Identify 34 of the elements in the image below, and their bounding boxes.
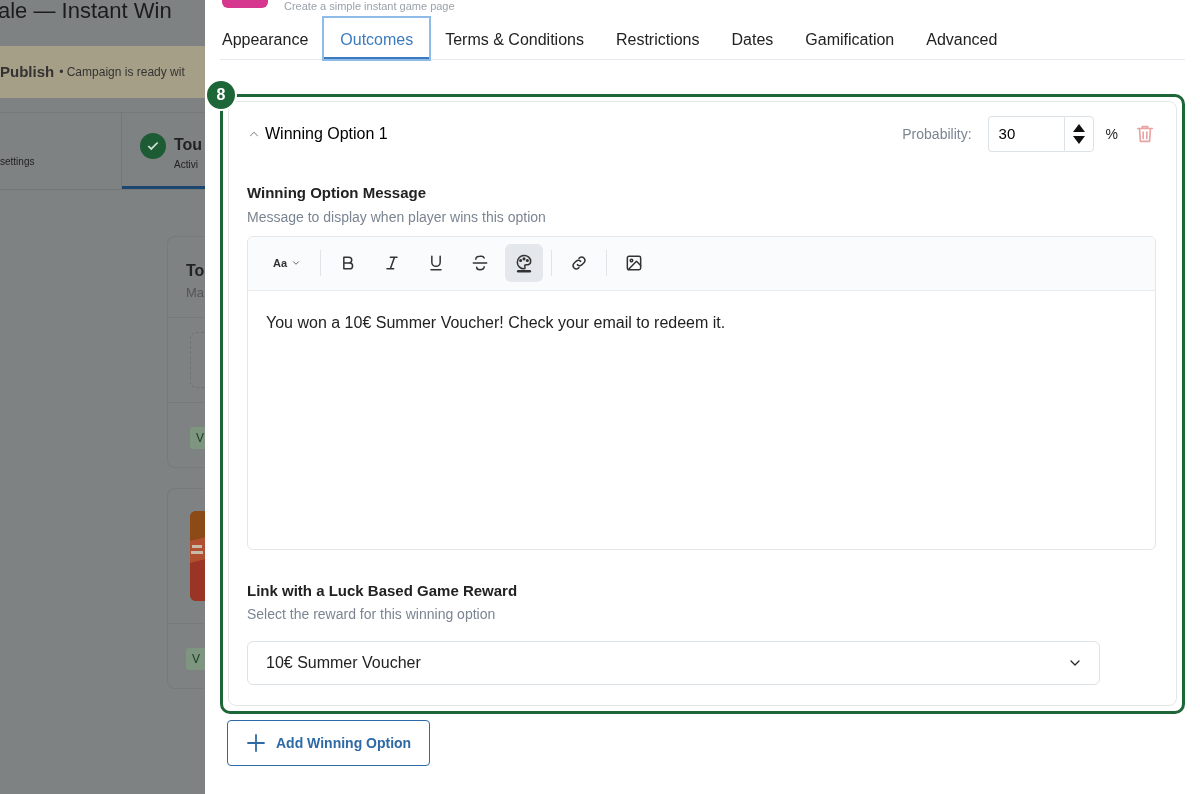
step-subtitle: Activi <box>174 158 199 173</box>
palette-icon <box>514 253 534 274</box>
add-option-button[interactable]: Add Winning Option <box>227 720 431 767</box>
step-label: settings <box>0 155 35 170</box>
banner-label: Publish <box>0 62 55 83</box>
tab[interactable]: Terms & Conditions <box>429 18 600 60</box>
tab[interactable]: Dates <box>715 18 790 60</box>
logo-block <box>222 0 268 8</box>
status-tag: V <box>186 647 205 670</box>
unit-label: % <box>1105 124 1118 144</box>
field-help: Select the reward for this winning option <box>247 605 497 625</box>
tab[interactable]: Gamification <box>789 18 911 60</box>
probability-label: Probability: <box>902 124 972 144</box>
tab[interactable]: Advanced <box>910 18 1014 60</box>
tab[interactable]: Outcomes <box>324 18 430 60</box>
status-tag: V <box>190 426 205 449</box>
step-title: Tou <box>174 135 203 156</box>
field-label: Winning Option Message <box>247 183 428 204</box>
field-help: Message to display when player wins this option <box>247 207 547 227</box>
option-header[interactable]: Winning Option 1 <box>247 122 388 147</box>
rich-text-editor[interactable]: Aa You won a 10€ Summer Voucher! Check your email to redeem it. <box>247 235 1156 550</box>
probability-field[interactable]: 30 <box>987 116 1064 153</box>
stepper-icon[interactable] <box>1063 116 1094 153</box>
step-badge: 8 <box>205 79 237 112</box>
card-title: To <box>186 261 205 282</box>
field-label: Link with a Luck Based Game Reward <box>247 580 519 601</box>
banner-message: • Campaign is ready wit <box>59 64 185 82</box>
tab[interactable]: Restrictions <box>599 18 716 60</box>
editor-text: You won a 10€ Summer Voucher! Check your email to redeem it. <box>265 312 727 333</box>
tab[interactable]: Appearance <box>220 18 325 60</box>
reward-select[interactable]: 10€ Summer Voucher <box>247 641 1100 686</box>
color-button[interactable] <box>505 244 543 283</box>
panel-subtitle: Create a simple instant game page <box>284 0 455 13</box>
font-size-button[interactable]: Aa <box>262 244 312 283</box>
